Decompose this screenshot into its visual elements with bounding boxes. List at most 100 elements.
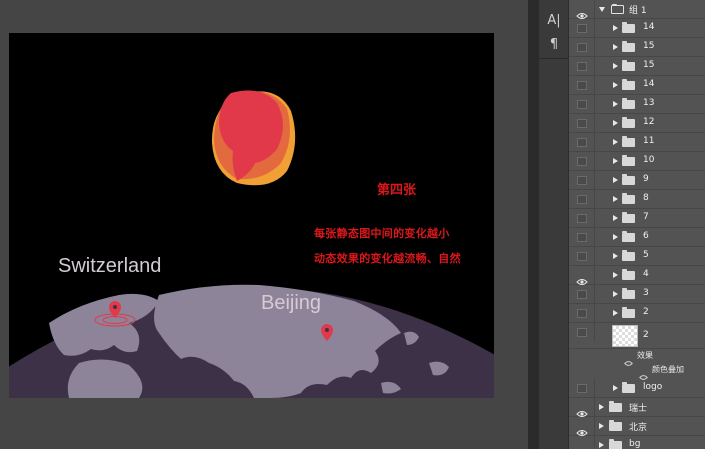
visibility-toggle[interactable] <box>569 133 595 151</box>
visibility-toggle[interactable] <box>569 417 595 436</box>
layer-row[interactable]: 3 <box>569 285 705 304</box>
layer-row[interactable]: 12 <box>569 114 705 133</box>
folder-icon <box>609 401 622 412</box>
chevron-right-icon[interactable] <box>613 215 618 221</box>
chevron-right-icon[interactable] <box>613 139 618 145</box>
visibility-toggle[interactable] <box>569 190 595 208</box>
chevron-right-icon[interactable] <box>613 63 618 69</box>
folder-icon <box>622 22 635 33</box>
chevron-right-icon[interactable] <box>613 196 618 202</box>
layer-row[interactable]: 2 <box>569 304 705 323</box>
layer-row[interactable]: 13 <box>569 95 705 114</box>
eye-icon[interactable] <box>639 366 648 380</box>
layer-name: logo <box>643 382 663 392</box>
document-workspace[interactable]: 第四张 每张静态图中间的变化越小 动态效果的变化越流畅、自然 Switzerla… <box>0 0 528 449</box>
visibility-toggle[interactable] <box>569 19 595 37</box>
chevron-right-icon[interactable] <box>613 158 618 164</box>
visibility-toggle[interactable] <box>569 323 595 341</box>
chevron-right-icon[interactable] <box>599 404 604 410</box>
layer-row[interactable]: 9 <box>569 171 705 190</box>
folder-icon <box>622 193 635 204</box>
layer-row[interactable]: 14 <box>569 76 705 95</box>
effect-item-row[interactable]: 颜色叠加 <box>569 363 705 380</box>
layer-name: 5 <box>643 250 649 260</box>
visibility-toggle[interactable] <box>569 304 595 322</box>
layer-group-row[interactable]: 组 1 <box>569 0 705 19</box>
character-icon[interactable]: A| <box>539 11 569 31</box>
chevron-right-icon[interactable] <box>613 385 618 391</box>
chevron-right-icon[interactable] <box>613 253 618 259</box>
layer-group-row[interactable]: bg <box>569 436 705 449</box>
layer-row[interactable]: 15 <box>569 38 705 57</box>
chevron-right-icon[interactable] <box>613 272 618 278</box>
layer-row[interactable]: 10 <box>569 152 705 171</box>
layer-group-row[interactable]: 瑞士 <box>569 398 705 417</box>
layer-name: 15 <box>643 41 655 51</box>
effects-row[interactable]: 效果 <box>569 349 705 366</box>
panel-divider[interactable] <box>528 0 538 449</box>
chevron-right-icon[interactable] <box>613 177 618 183</box>
shape-layer-row[interactable]: 2 <box>569 323 705 349</box>
layer-name: 7 <box>643 212 649 222</box>
chevron-right-icon[interactable] <box>599 442 604 448</box>
chevron-right-icon[interactable] <box>599 423 604 429</box>
folder-icon <box>622 60 635 71</box>
layer-row[interactable]: 5 <box>569 247 705 266</box>
visibility-toggle[interactable] <box>569 285 595 303</box>
chevron-right-icon[interactable] <box>613 101 618 107</box>
chevron-right-icon[interactable] <box>613 310 618 316</box>
layer-row[interactable]: 6 <box>569 228 705 247</box>
layer-row[interactable]: 15 <box>569 57 705 76</box>
layer-name: 4 <box>643 269 649 279</box>
visibility-toggle[interactable] <box>569 152 595 170</box>
visibility-toggle[interactable] <box>569 95 595 113</box>
layer-thumbnail <box>612 325 638 347</box>
panel-tool-column: A| ¶ <box>538 0 569 449</box>
folder-icon <box>622 155 635 166</box>
visibility-toggle[interactable] <box>569 76 595 94</box>
visibility-toggle[interactable] <box>569 436 595 449</box>
visibility-toggle[interactable] <box>569 398 595 417</box>
folder-icon <box>622 174 635 185</box>
chevron-right-icon[interactable] <box>613 44 618 50</box>
layer-row[interactable]: 11 <box>569 133 705 152</box>
visibility-toggle[interactable] <box>569 171 595 189</box>
chevron-right-icon[interactable] <box>613 25 618 31</box>
layer-row[interactable]: 8 <box>569 190 705 209</box>
layer-name: 瑞士 <box>629 404 648 414</box>
layer-name: 15 <box>643 60 655 70</box>
visibility-toggle[interactable] <box>569 57 595 75</box>
folder-icon <box>622 288 635 299</box>
layers-panel[interactable]: 组 1 14 15 15 14 13 12 11 10 9 8 7 6 5 4 3 2 2 效果 颜色叠加 logo 瑞士… <box>568 0 705 449</box>
visibility-toggle[interactable] <box>569 247 595 265</box>
visibility-toggle[interactable] <box>569 266 595 285</box>
artboard-canvas[interactable]: 第四张 每张静态图中间的变化越小 动态效果的变化越流畅、自然 Switzerla… <box>9 33 494 398</box>
chevron-down-icon[interactable] <box>599 7 605 12</box>
layer-row[interactable]: 4 <box>569 266 705 285</box>
eye-icon[interactable] <box>624 352 633 366</box>
layer-group-row[interactable]: 北京 <box>569 417 705 436</box>
layer-row[interactable]: 14 <box>569 19 705 38</box>
eye-icon <box>576 403 588 417</box>
visibility-toggle[interactable] <box>569 228 595 246</box>
layer-group-row[interactable]: logo <box>569 379 705 398</box>
hidden-checkbox-icon <box>577 24 587 33</box>
chevron-right-icon[interactable] <box>613 82 618 88</box>
visibility-toggle[interactable] <box>569 379 595 397</box>
visibility-toggle[interactable] <box>569 0 595 19</box>
eye-icon <box>576 422 588 436</box>
folder-icon <box>622 250 635 261</box>
chevron-right-icon[interactable] <box>613 234 618 240</box>
folder-icon <box>622 117 635 128</box>
chevron-right-icon[interactable] <box>613 291 618 297</box>
layer-name: 12 <box>643 117 655 127</box>
layer-row[interactable]: 7 <box>569 209 705 228</box>
layer-name: 2 <box>643 307 649 317</box>
visibility-toggle[interactable] <box>569 209 595 227</box>
chevron-right-icon[interactable] <box>613 120 618 126</box>
visibility-toggle[interactable] <box>569 114 595 132</box>
visibility-toggle[interactable] <box>569 38 595 56</box>
layer-name: 8 <box>643 193 649 203</box>
folder-icon <box>622 212 635 223</box>
paragraph-icon[interactable]: ¶ <box>539 35 569 55</box>
